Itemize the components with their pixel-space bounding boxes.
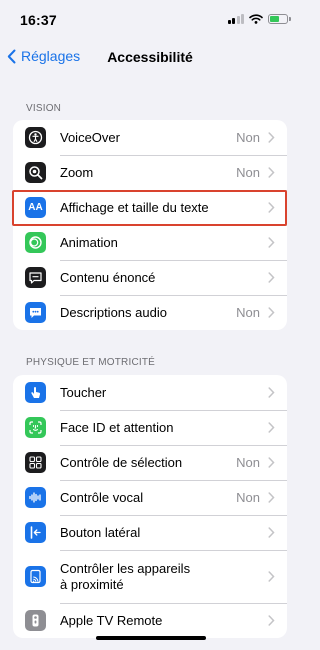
status-bar: 16:37 <box>0 0 300 40</box>
row-label: Contrôler les appareils à proximité <box>60 561 268 593</box>
navigation-bar: Réglages Accessibilité <box>0 40 300 76</box>
row-value: Non <box>236 455 260 470</box>
section-header-vision: VISION <box>26 103 62 114</box>
chevron-right-icon <box>268 457 275 468</box>
row-switch-control[interactable]: Contrôle de sélection Non <box>13 445 287 480</box>
row-label: Descriptions audio <box>60 304 167 320</box>
chevron-right-icon <box>268 615 275 626</box>
physical-group: Toucher Face ID et attention Contrôle de… <box>13 375 287 638</box>
row-label: Contrôle de sélection <box>60 454 183 470</box>
chevron-right-icon <box>268 272 275 283</box>
chevron-right-icon <box>268 492 275 503</box>
home-indicator <box>96 636 206 640</box>
chevron-right-icon <box>268 527 275 538</box>
touch-icon <box>25 382 46 403</box>
row-label: Zoom <box>60 164 94 180</box>
status-time: 16:37 <box>20 12 57 28</box>
status-icons <box>227 14 291 24</box>
chevron-right-icon <box>268 307 275 318</box>
section-header-physical: PHYSIQUE ET MOTRICITÉ <box>26 357 156 368</box>
row-value: Non <box>236 165 260 180</box>
battery-icon <box>268 14 291 24</box>
audio-descriptions-icon <box>25 302 46 323</box>
row-label: Face ID et attention <box>60 419 174 435</box>
row-animation[interactable]: Animation <box>13 225 287 260</box>
row-value: Non <box>236 130 260 145</box>
cellular-signal-icon <box>227 14 244 24</box>
row-audio-descriptions[interactable]: Descriptions audio Non <box>13 295 287 330</box>
zoom-icon <box>25 162 46 183</box>
chevron-right-icon <box>268 571 275 582</box>
chevron-right-icon <box>268 422 275 433</box>
apple-tv-remote-icon <box>25 610 46 631</box>
spoken-content-icon <box>25 267 46 288</box>
chevron-right-icon <box>268 237 275 248</box>
row-label: Contenu énoncé <box>60 269 156 285</box>
row-voice-control[interactable]: Contrôle vocal Non <box>13 480 287 515</box>
nearby-devices-icon <box>25 566 46 587</box>
row-voiceover[interactable]: VoiceOver Non <box>13 120 287 155</box>
chevron-right-icon <box>268 167 275 178</box>
row-zoom[interactable]: Zoom Non <box>13 155 287 190</box>
row-apple-tv-remote[interactable]: Apple TV Remote <box>13 603 287 638</box>
row-label: Toucher <box>60 384 107 400</box>
row-value: Non <box>236 490 260 505</box>
row-face-id[interactable]: Face ID et attention <box>13 410 287 445</box>
row-control-nearby-devices[interactable]: Contrôler les appareils à proximité <box>13 550 287 603</box>
page-title: Accessibilité <box>107 49 193 65</box>
row-label-line2: à proximité <box>60 576 124 592</box>
row-side-button[interactable]: Bouton latéral <box>13 515 287 550</box>
switch-control-icon <box>25 452 46 473</box>
row-label: Bouton latéral <box>60 524 141 540</box>
highlight-box <box>12 190 287 226</box>
side-button-icon <box>25 522 46 543</box>
voice-control-icon <box>25 487 46 508</box>
row-label: Apple TV Remote <box>60 612 163 628</box>
wifi-icon <box>249 14 263 24</box>
row-label: Contrôle vocal <box>60 489 144 505</box>
face-id-icon <box>25 417 46 438</box>
row-spoken-content[interactable]: Contenu énoncé <box>13 260 287 295</box>
row-label: Animation <box>60 234 118 250</box>
chevron-right-icon <box>268 132 275 143</box>
voiceover-icon <box>25 127 46 148</box>
row-label-line1: Contrôler les appareils <box>60 560 191 576</box>
row-touch[interactable]: Toucher <box>13 375 287 410</box>
animation-icon <box>25 232 46 253</box>
row-label: VoiceOver <box>60 129 120 145</box>
row-value: Non <box>236 305 260 320</box>
chevron-right-icon <box>268 387 275 398</box>
